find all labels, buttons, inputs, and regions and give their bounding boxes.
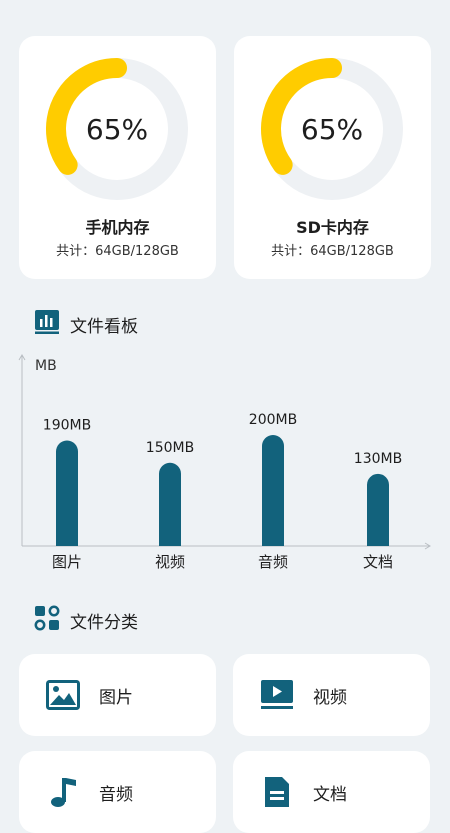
- category-images-button[interactable]: 图片: [19, 654, 216, 736]
- sd-storage-card[interactable]: 65% SD卡内存 共计：64GB/128GB: [234, 36, 431, 279]
- chart-bar: [159, 462, 181, 546]
- bar-value-label: 130MB: [354, 451, 402, 467]
- bar-value-label: 150MB: [146, 440, 194, 456]
- storage-total: 共计：64GB/128GB: [271, 244, 394, 259]
- y-axis-label: MB: [35, 358, 57, 374]
- file-board-chart: MB 190MB 图片 150MB 视频 200MB 音频 130MB 文档: [0, 345, 450, 575]
- storage-ring: 65%: [44, 56, 190, 202]
- category-videos-button[interactable]: 视频: [233, 654, 430, 736]
- storage-percent: 65%: [300, 112, 364, 146]
- bar-chart-icon: [34, 309, 60, 339]
- category-label: 音频: [99, 784, 133, 805]
- bar-value-label: 190MB: [43, 418, 91, 434]
- phone-storage-card[interactable]: 65% 手机内存 共计：64GB/128GB: [19, 36, 216, 279]
- image-icon: [45, 677, 81, 713]
- storage-percent: 65%: [85, 112, 149, 146]
- chart-bar: [262, 435, 284, 546]
- bar-value-label: 200MB: [249, 412, 297, 428]
- category-audio-button[interactable]: 音频: [19, 751, 216, 833]
- category-grid-icon: [34, 605, 60, 635]
- x-tick-label: 音频: [258, 553, 288, 571]
- storage-title: 手机内存: [85, 218, 150, 237]
- x-tick-label: 图片: [52, 553, 82, 571]
- storage-title: SD卡内存: [296, 218, 369, 237]
- music-icon: [45, 774, 81, 810]
- storage-ring: 65%: [259, 56, 405, 202]
- file-board-header: 文件看板: [34, 309, 138, 339]
- video-icon: [259, 677, 295, 713]
- chart-bar: [367, 473, 389, 546]
- storage-total: 共计：64GB/128GB: [56, 244, 179, 259]
- file-board-title: 文件看板: [70, 316, 138, 337]
- category-label: 视频: [313, 687, 347, 708]
- file-category-title: 文件分类: [70, 612, 138, 633]
- category-label: 图片: [99, 687, 133, 708]
- category-label: 文档: [313, 784, 347, 805]
- file-category-header: 文件分类: [34, 605, 138, 635]
- category-documents-button[interactable]: 文档: [233, 751, 430, 833]
- x-tick-label: 文档: [363, 553, 393, 571]
- chart-bar: [56, 440, 78, 546]
- document-icon: [259, 774, 295, 810]
- x-tick-label: 视频: [155, 553, 185, 571]
